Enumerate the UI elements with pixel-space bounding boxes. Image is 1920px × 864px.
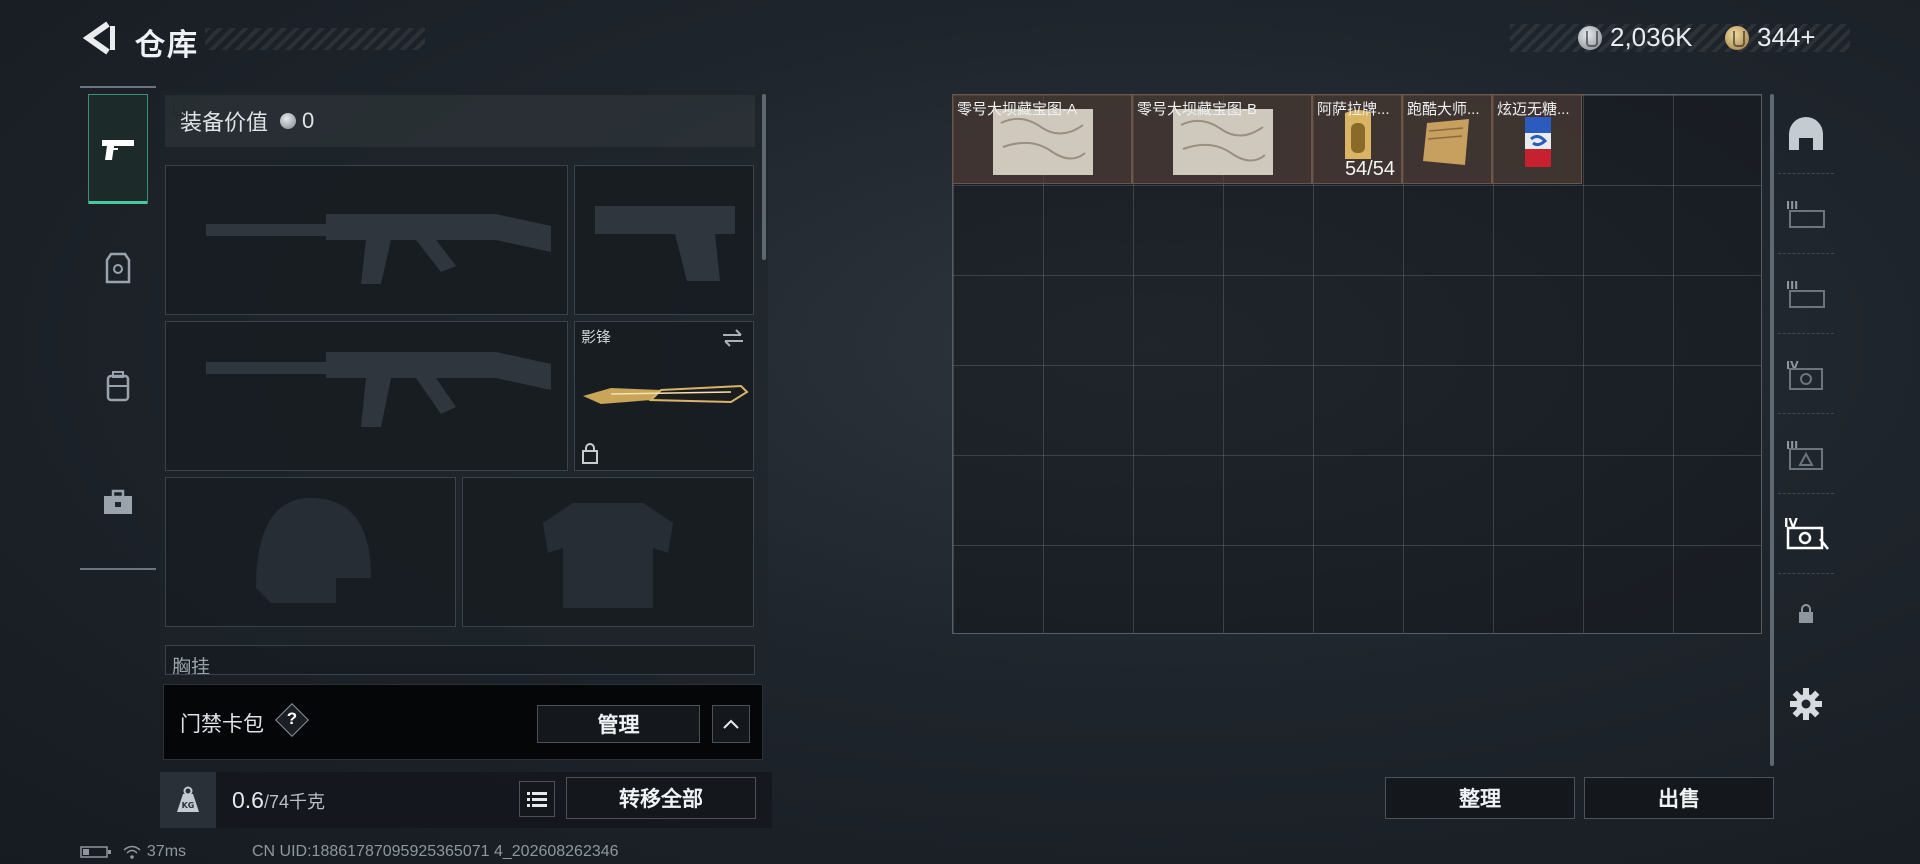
silver-amount: 2,036K bbox=[1610, 22, 1693, 52]
sidearm-slot[interactable] bbox=[574, 165, 754, 315]
gold-amount: 344+ bbox=[1757, 22, 1816, 52]
page-title: 仓库 bbox=[135, 29, 199, 62]
weight-max: /74千克 bbox=[263, 792, 326, 812]
scroll-icon bbox=[1423, 119, 1469, 165]
armor-silhouette-icon bbox=[543, 503, 673, 608]
tab-backpack[interactable] bbox=[88, 356, 148, 416]
ping-text: 37ms bbox=[146, 843, 187, 860]
container-tab-iii-b[interactable]: III bbox=[1778, 254, 1834, 334]
container-tab-iv-b[interactable]: IV bbox=[1778, 494, 1834, 574]
tier-iii-case-icon: III bbox=[1786, 439, 1823, 470]
helmet-silhouette-icon bbox=[256, 498, 371, 603]
storage-item-ammo[interactable]: 阿萨拉牌... 54/54 bbox=[1312, 94, 1402, 184]
helmet-slot[interactable] bbox=[165, 477, 456, 627]
equipment-value-label: 装备价值 bbox=[180, 110, 269, 135]
lock-icon bbox=[582, 443, 598, 464]
title-decoration bbox=[205, 28, 425, 50]
back-arrow-icon bbox=[82, 21, 115, 55]
settings-button[interactable] bbox=[1778, 664, 1834, 744]
toolbox-icon bbox=[104, 489, 132, 514]
item-name: 炫迈无糖... bbox=[1497, 101, 1570, 118]
gear-icon bbox=[1790, 688, 1822, 720]
armor-vest-icon bbox=[105, 252, 131, 284]
storage-item-scroll[interactable]: 跑酷大师... bbox=[1402, 94, 1492, 184]
silver-currency: 2,036K bbox=[1578, 22, 1692, 53]
weight-icon-box: KG bbox=[160, 772, 216, 828]
container-tab-locked bbox=[1778, 574, 1834, 654]
rifle-silhouette-icon bbox=[206, 214, 551, 284]
pistol-silhouette-icon bbox=[595, 206, 735, 281]
sort-button[interactable]: 整理 bbox=[1385, 777, 1575, 819]
wifi-icon bbox=[123, 845, 141, 859]
storage-item-map-b[interactable]: 零号大坝藏宝图-B bbox=[1132, 94, 1312, 184]
rifle-silhouette-icon bbox=[206, 352, 551, 427]
back-button[interactable] bbox=[80, 20, 116, 56]
tier-iv-case-icon: IV bbox=[1784, 516, 1829, 550]
container-tab-iii-c[interactable]: III bbox=[1778, 414, 1834, 494]
container-tab-dome[interactable] bbox=[1778, 94, 1834, 174]
gold-currency[interactable]: 344+ bbox=[1725, 22, 1816, 53]
dome-icon bbox=[1789, 116, 1823, 150]
help-icon[interactable]: ? bbox=[280, 709, 304, 733]
tier-iii-backpack-icon: III bbox=[1786, 279, 1825, 308]
melee-slot[interactable]: 影锋 bbox=[574, 321, 754, 471]
svg-text:III: III bbox=[1786, 439, 1798, 452]
user-uid: CN UID:18861787095925365071 4_2026082623… bbox=[252, 843, 619, 860]
tab-armor[interactable] bbox=[88, 238, 148, 298]
silver-coin-icon bbox=[280, 113, 297, 129]
gum-pack-icon bbox=[1525, 117, 1551, 167]
item-name: 跑酷大师... bbox=[1407, 101, 1480, 118]
tier-iii-backpack-icon: III bbox=[1786, 199, 1825, 228]
backpack-icon bbox=[106, 371, 130, 402]
chest-rig-label: 胸挂 bbox=[172, 657, 211, 675]
transfer-all-button[interactable]: 转移全部 bbox=[566, 777, 756, 819]
list-icon bbox=[527, 792, 547, 807]
blade-icon bbox=[583, 384, 749, 404]
manage-button[interactable]: 管理 bbox=[537, 705, 700, 743]
equipment-scrollbar[interactable] bbox=[762, 94, 766, 260]
container-tab-iv-a[interactable]: IV bbox=[1778, 334, 1834, 414]
gold-coin-icon bbox=[1725, 25, 1749, 50]
chest-rig-slot[interactable]: 胸挂 bbox=[165, 645, 755, 675]
armor-slot[interactable] bbox=[462, 477, 754, 627]
container-tab-iii-a[interactable]: III bbox=[1778, 174, 1834, 254]
svg-text:KG: KG bbox=[182, 801, 195, 810]
item-name: 零号大坝藏宝图-B bbox=[1137, 101, 1258, 118]
melee-label: 影锋 bbox=[581, 329, 612, 346]
item-name: 阿萨拉牌... bbox=[1317, 101, 1390, 118]
kg-weight-icon: KG bbox=[177, 786, 199, 812]
equipment-tab-rail bbox=[80, 86, 156, 570]
network-status: 37ms bbox=[80, 843, 186, 861]
weight-current: 0.6 bbox=[232, 787, 264, 813]
card-bag-label: 门禁卡包 bbox=[180, 713, 264, 736]
tier-iv-case-icon: IV bbox=[1786, 359, 1823, 390]
container-rail: III III IV III IV bbox=[1778, 94, 1834, 770]
chevron-up-icon bbox=[723, 719, 739, 729]
equipment-value: 0 bbox=[302, 108, 315, 133]
list-view-button[interactable] bbox=[519, 781, 555, 817]
sell-button[interactable]: 出售 bbox=[1584, 777, 1774, 819]
primary-weapon-slot[interactable] bbox=[165, 165, 568, 315]
equipment-value-bar: 装备价值 0 bbox=[165, 95, 755, 147]
secondary-weapon-slot[interactable] bbox=[165, 321, 568, 471]
storage-item-map-a[interactable]: 零号大坝藏宝图-A bbox=[952, 94, 1132, 184]
lock-icon bbox=[1799, 604, 1813, 623]
battery-icon bbox=[80, 846, 111, 858]
tab-weapons[interactable] bbox=[88, 94, 148, 204]
svg-text:IV: IV bbox=[1786, 359, 1799, 372]
storage-item-gum[interactable]: 炫迈无糖... bbox=[1492, 94, 1582, 184]
pistol-icon bbox=[102, 140, 134, 160]
item-name: 零号大坝藏宝图-A bbox=[957, 101, 1078, 118]
weight-text: 0.6/74千克 bbox=[232, 787, 325, 814]
swap-icon[interactable] bbox=[721, 328, 745, 348]
collapse-button[interactable] bbox=[712, 705, 750, 743]
silver-coin-icon bbox=[1578, 25, 1602, 50]
tab-toolbox[interactable] bbox=[88, 472, 148, 532]
item-count: 54/54 bbox=[1344, 158, 1395, 180]
storage-scrollbar[interactable] bbox=[1770, 94, 1774, 766]
